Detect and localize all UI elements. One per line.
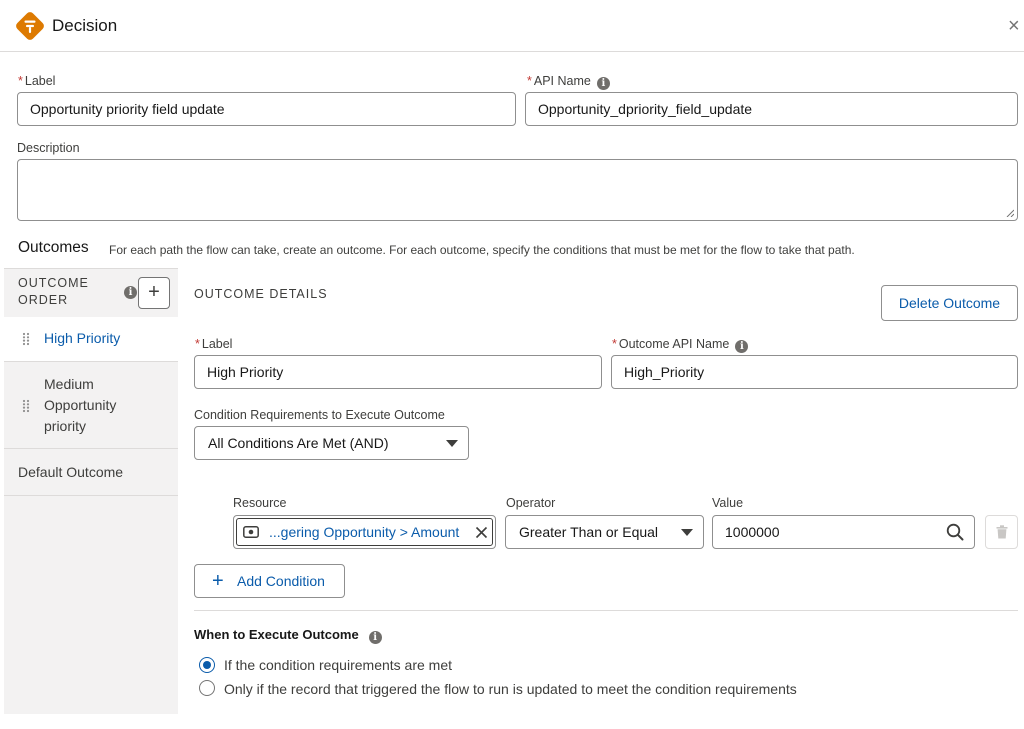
condition-requirements-select[interactable]: All Conditions Are Met (AND) bbox=[194, 426, 469, 460]
resize-handle-icon[interactable] bbox=[1006, 209, 1014, 217]
radio-only-if-updated[interactable] bbox=[199, 680, 215, 696]
chevron-down-icon bbox=[681, 529, 693, 536]
search-icon[interactable] bbox=[946, 523, 964, 541]
drag-handle-icon[interactable] bbox=[22, 399, 30, 413]
sidebar-item-high-priority[interactable]: High Priority bbox=[4, 317, 178, 362]
radio-condition-met[interactable] bbox=[199, 657, 215, 673]
clear-x-icon[interactable] bbox=[475, 526, 488, 539]
info-icon[interactable]: i bbox=[368, 631, 382, 644]
add-icon: + bbox=[212, 570, 224, 592]
radio-condition-met-label[interactable]: If the condition requirements are met bbox=[224, 657, 452, 673]
resource-label: Resource bbox=[233, 496, 287, 510]
outcome-api-name-input[interactable]: High_Priority bbox=[611, 355, 1018, 389]
resource-combobox[interactable]: ...gering Opportunity > Amount bbox=[233, 515, 496, 549]
api-name-field-label: * API Name i bbox=[527, 74, 610, 90]
sidebar-item-label: Default Outcome bbox=[18, 464, 124, 480]
outcomes-heading: Outcomes bbox=[18, 239, 89, 256]
radio-only-if-updated-label[interactable]: Only if the record that triggered the fl… bbox=[224, 681, 797, 697]
sidebar-item-medium-priority[interactable]: Medium Opportunity priority bbox=[4, 362, 178, 449]
resource-pill[interactable]: ...gering Opportunity > Amount bbox=[236, 518, 493, 546]
label-field-label: * Label bbox=[18, 74, 56, 88]
add-condition-label: Add Condition bbox=[237, 573, 325, 589]
condition-requirements-label: Condition Requirements to Execute Outcom… bbox=[194, 408, 445, 422]
sidebar-item-label: Medium Opportunity priority bbox=[44, 376, 117, 434]
trash-icon bbox=[996, 525, 1008, 539]
modal-title: Decision bbox=[52, 16, 118, 35]
info-icon[interactable]: i bbox=[735, 340, 749, 353]
operator-select[interactable]: Greater Than or Equal bbox=[505, 515, 704, 549]
outcomes-description: For each path the flow can take, create … bbox=[109, 243, 855, 257]
value-label: Value bbox=[712, 496, 744, 510]
when-to-execute-heading: When to Execute Outcome i bbox=[194, 627, 382, 644]
outcome-label-input[interactable]: High Priority bbox=[194, 355, 602, 389]
info-icon[interactable]: i bbox=[596, 77, 610, 90]
currency-field-icon bbox=[243, 526, 259, 538]
close-icon[interactable]: × bbox=[1008, 14, 1024, 38]
section-divider bbox=[194, 610, 1018, 611]
outcome-details-heading: OUTCOME DETAILS bbox=[194, 287, 328, 301]
add-condition-button[interactable]: + Add Condition bbox=[194, 564, 345, 598]
add-outcome-button[interactable]: + bbox=[138, 277, 170, 309]
outcome-api-name-field-label: * Outcome API Name i bbox=[612, 337, 749, 353]
outcome-label-field-label: * Label bbox=[195, 337, 233, 351]
delete-outcome-button[interactable]: Delete Outcome bbox=[881, 285, 1018, 321]
modal-header: Decision × bbox=[0, 0, 1024, 52]
resource-value: ...gering Opportunity > Amount bbox=[269, 524, 460, 540]
outcome-order-sidebar: OUTCOME ORDER i + High Priority Medium O… bbox=[4, 268, 178, 714]
info-icon[interactable]: i bbox=[124, 286, 137, 299]
description-field-label: Description bbox=[17, 141, 80, 155]
chevron-down-icon bbox=[446, 440, 458, 447]
description-textarea[interactable] bbox=[17, 159, 1018, 221]
delete-condition-button[interactable] bbox=[985, 515, 1018, 549]
outcome-order-label: OUTCOME ORDER bbox=[18, 276, 89, 307]
sidebar-item-default-outcome[interactable]: Default Outcome bbox=[4, 449, 178, 496]
label-input[interactable]: Opportunity priority field update bbox=[17, 92, 516, 126]
drag-handle-icon[interactable] bbox=[22, 332, 30, 346]
value-input[interactable]: 1000000 bbox=[712, 515, 975, 549]
api-name-input[interactable]: Opportunity_dpriority_field_update bbox=[525, 92, 1018, 126]
sidebar-item-label: High Priority bbox=[44, 330, 121, 346]
decision-diamond-icon bbox=[16, 12, 44, 40]
operator-label: Operator bbox=[506, 496, 556, 510]
